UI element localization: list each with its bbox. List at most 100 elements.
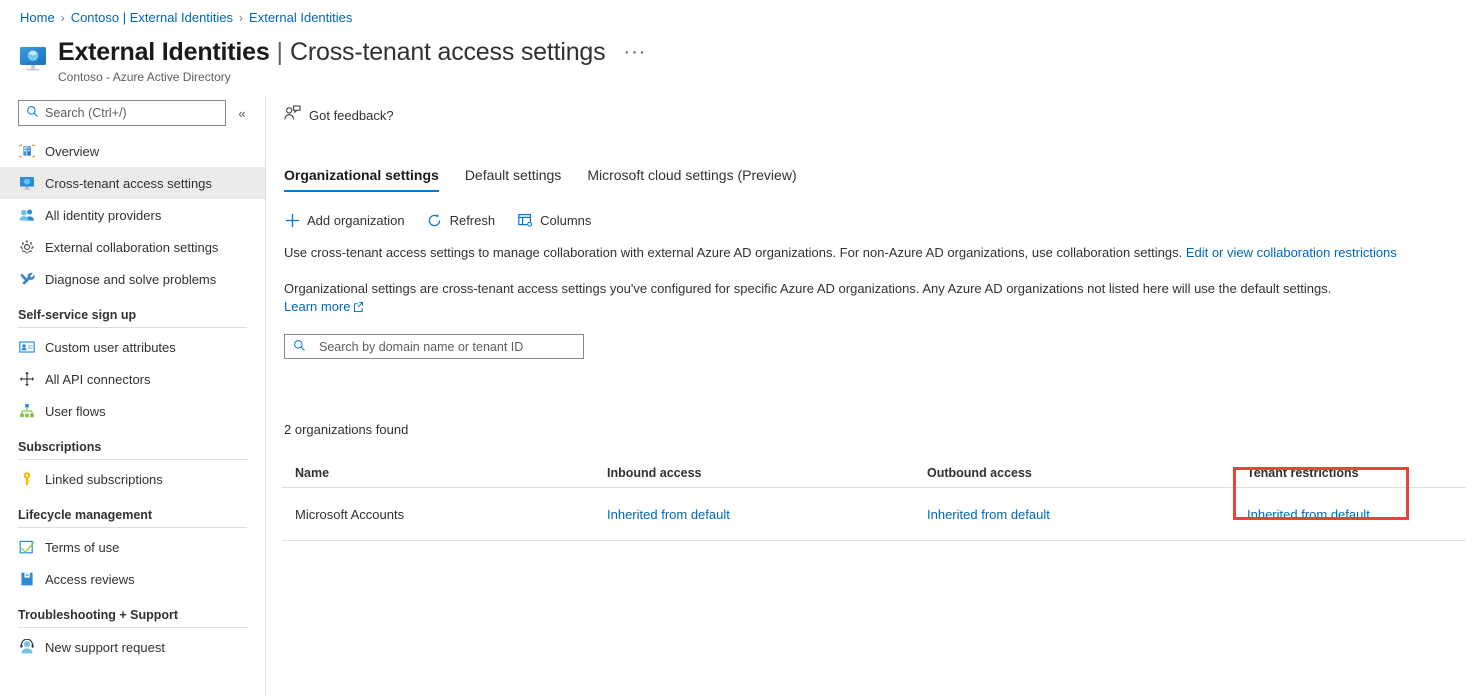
breadcrumb-separator: ›: [239, 11, 243, 25]
got-feedback-label: Got feedback?: [309, 108, 394, 123]
outbound-access-link[interactable]: Inherited from default: [927, 507, 1050, 522]
sidebar-search-input[interactable]: [45, 106, 218, 120]
breadcrumb-item-external-identities[interactable]: External Identities: [249, 10, 352, 25]
sidebar-item-terms-of-use[interactable]: Terms of use: [0, 531, 265, 563]
sidebar-collapse-icon[interactable]: «: [231, 100, 253, 126]
add-organization-label: Add organization: [307, 213, 405, 228]
plus-icon: [284, 212, 300, 228]
main-content: Got feedback? Organizational settings De…: [266, 96, 1482, 696]
people-icon: [18, 207, 35, 224]
sidebar-group-title: Subscriptions: [18, 440, 247, 459]
page-subtitle: Cross-tenant access settings: [290, 36, 605, 68]
refresh-icon: [427, 212, 443, 228]
sidebar-item-label: External collaboration settings: [45, 240, 218, 255]
feedback-person-icon: [284, 105, 301, 125]
sidebar-item-label: Access reviews: [45, 572, 135, 587]
sidebar-item-new-support-request[interactable]: New support request: [0, 631, 265, 663]
sidebar-item-overview[interactable]: Overview: [0, 135, 265, 167]
sidebar-item-user-flows[interactable]: User flows: [0, 395, 265, 427]
sidebar-item-label: Custom user attributes: [45, 340, 176, 355]
sidebar-item-linked-subscriptions[interactable]: Linked subscriptions: [0, 463, 265, 495]
divider: [18, 527, 247, 528]
breadcrumb-item-home[interactable]: Home: [20, 10, 55, 25]
sidebar-item-label: All API connectors: [45, 372, 151, 387]
page-title: External Identities: [58, 36, 270, 68]
search-icon: [293, 339, 306, 355]
sidebar-group-subscriptions: Subscriptions: [0, 440, 265, 460]
breadcrumb-separator: ›: [61, 11, 65, 25]
columns-label: Columns: [540, 213, 591, 228]
inbound-access-link[interactable]: Inherited from default: [607, 507, 730, 522]
sidebar-item-label: Diagnose and solve problems: [45, 272, 216, 287]
columns-icon: [517, 212, 533, 228]
sidebar-item-all-api-connectors[interactable]: All API connectors: [0, 363, 265, 395]
sidebar-item-cross-tenant-access-settings[interactable]: Cross-tenant access settings: [0, 167, 265, 199]
sidebar-group-title: Lifecycle management: [18, 508, 247, 527]
tab-bar: Organizational settings Default settings…: [282, 158, 1482, 192]
refresh-button[interactable]: Refresh: [427, 212, 496, 228]
support-agent-icon: [18, 639, 35, 656]
sidebar-item-label: New support request: [45, 640, 165, 655]
learn-more-link[interactable]: Learn more: [284, 299, 350, 314]
tab-microsoft-cloud-settings[interactable]: Microsoft cloud settings (Preview): [574, 167, 809, 192]
sidebar-item-custom-user-attributes[interactable]: Custom user attributes: [0, 331, 265, 363]
title-divider: |: [277, 36, 284, 68]
page-header: External Identities | Cross-tenant acces…: [18, 36, 646, 84]
cell-tenant-restrictions: Inherited from default: [1247, 507, 1466, 522]
id-card-icon: [18, 339, 35, 356]
tab-organizational-settings[interactable]: Organizational settings: [284, 167, 452, 192]
key-icon: [18, 471, 35, 488]
more-options-icon[interactable]: ···: [623, 36, 646, 68]
column-header-outbound-access[interactable]: Outbound access: [927, 466, 1247, 480]
sidebar-item-all-identity-providers[interactable]: All identity providers: [0, 199, 265, 231]
sidebar-item-label: All identity providers: [45, 208, 161, 223]
sidebar-item-access-reviews[interactable]: Access reviews: [0, 563, 265, 595]
cell-name: Microsoft Accounts: [282, 507, 607, 522]
columns-button[interactable]: Columns: [517, 212, 591, 228]
breadcrumb-item-contoso[interactable]: Contoso | External Identities: [71, 10, 233, 25]
divider: [18, 627, 247, 628]
table-row[interactable]: Microsoft Accounts Inherited from defaul…: [282, 488, 1466, 541]
connector-icon: [18, 371, 35, 388]
cell-inbound-access: Inherited from default: [607, 507, 927, 522]
edit-collaboration-restrictions-link[interactable]: Edit or view collaboration restrictions: [1186, 245, 1397, 260]
overview-icon: [18, 143, 35, 160]
organizations-found-count: 2 organizations found: [284, 422, 1482, 437]
description-paragraph-2: Organizational settings are cross-tenant…: [282, 280, 1462, 317]
external-link-icon: [353, 299, 364, 317]
sidebar-item-diagnose-and-solve-problems[interactable]: Diagnose and solve problems: [0, 263, 265, 295]
monitor-icon: [18, 175, 35, 192]
gear-icon: [18, 239, 35, 256]
breadcrumb: Home › Contoso | External Identities › E…: [20, 10, 352, 25]
description-text-1: Use cross-tenant access settings to mana…: [284, 245, 1186, 260]
book-icon: [18, 571, 35, 588]
checkmark-doc-icon: [18, 539, 35, 556]
sidebar-group-self-service-sign-up: Self-service sign up: [0, 308, 265, 328]
sidebar-item-label: User flows: [45, 404, 106, 419]
command-bar: Add organization Refresh Co: [282, 207, 1482, 233]
sidebar-search-box[interactable]: [18, 100, 226, 126]
column-header-name[interactable]: Name: [282, 466, 607, 480]
sidebar-group-title: Troubleshooting + Support: [18, 608, 247, 627]
sidebar-item-external-collaboration-settings[interactable]: External collaboration settings: [0, 231, 265, 263]
column-header-inbound-access[interactable]: Inbound access: [607, 466, 927, 480]
refresh-label: Refresh: [450, 213, 496, 228]
tools-icon: [18, 271, 35, 288]
tab-default-settings[interactable]: Default settings: [452, 167, 575, 192]
search-icon: [26, 105, 39, 121]
sidebar-group-lifecycle-management: Lifecycle management: [0, 508, 265, 528]
sidebar-primary-nav: Overview Cross-tenant access settings: [0, 135, 265, 295]
flow-icon: [18, 403, 35, 420]
tenant-restrictions-link[interactable]: Inherited from default: [1247, 507, 1370, 522]
column-header-tenant-restrictions[interactable]: Tenant restrictions: [1247, 466, 1466, 480]
sidebar-item-label: Cross-tenant access settings: [45, 176, 212, 191]
sidebar-search-row: «: [0, 96, 265, 130]
sidebar-group-troubleshooting-support: Troubleshooting + Support: [0, 608, 265, 628]
organization-search-input[interactable]: [319, 340, 575, 354]
cell-outbound-access: Inherited from default: [927, 507, 1247, 522]
organization-search-box[interactable]: [284, 334, 584, 359]
organizations-table: Name Inbound access Outbound access Tena…: [282, 459, 1466, 541]
got-feedback-button[interactable]: Got feedback?: [282, 98, 422, 132]
external-identities-icon: [18, 44, 48, 74]
add-organization-button[interactable]: Add organization: [284, 212, 405, 228]
